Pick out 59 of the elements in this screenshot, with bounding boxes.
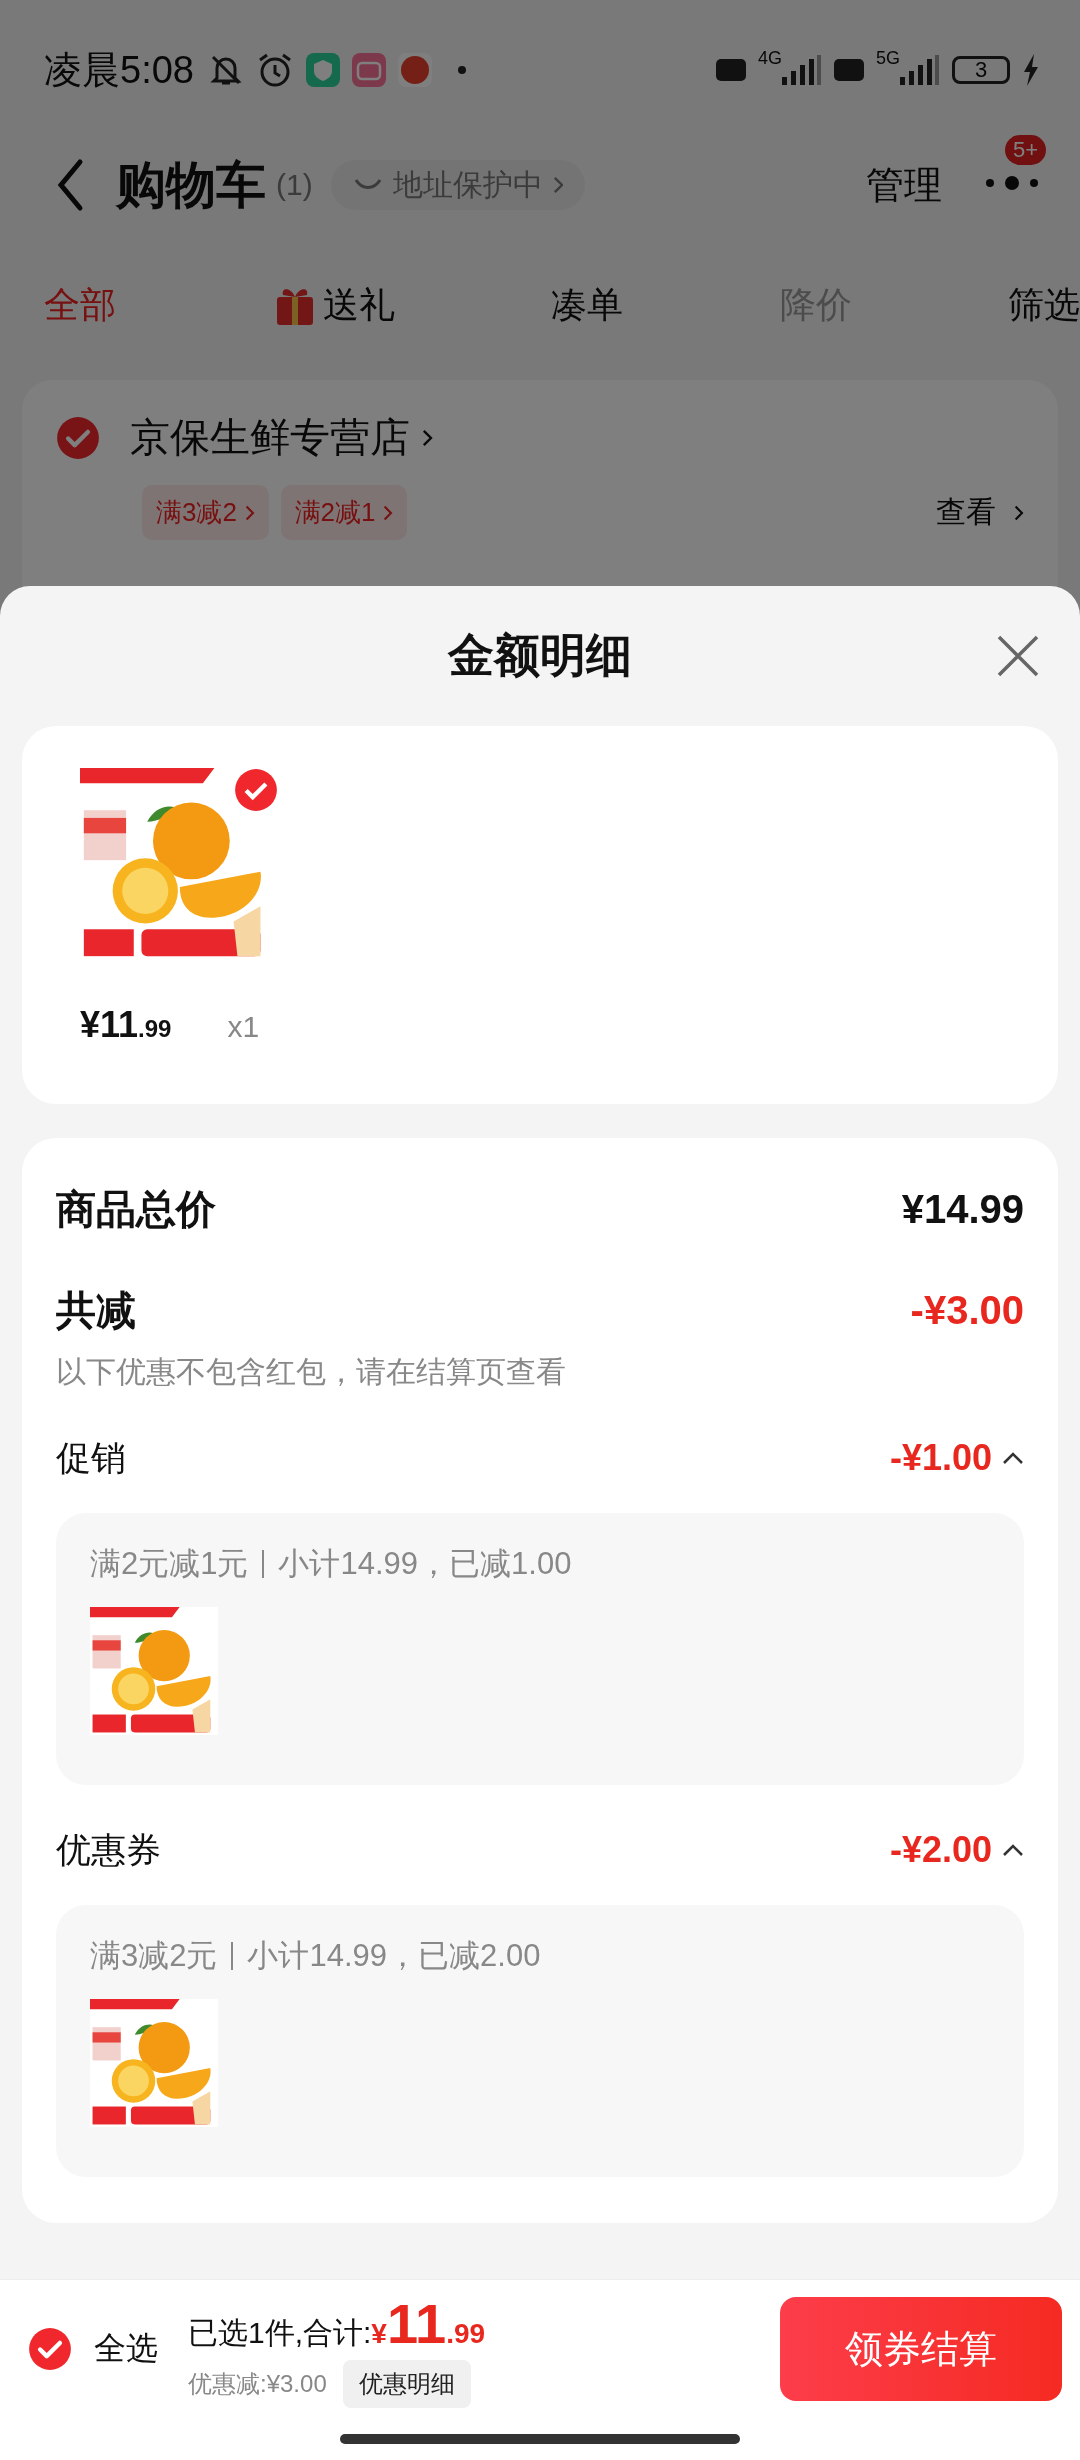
- total-label: 商品总价: [56, 1186, 216, 1233]
- chevron-icon: [244, 504, 255, 521]
- app-icon: [305, 53, 340, 87]
- notification-badge: 5+: [1004, 135, 1046, 165]
- discount-detail-button[interactable]: 优惠明细: [342, 2359, 471, 2408]
- discount-amount: -¥3.00: [910, 1288, 1024, 1333]
- checkbox[interactable]: [28, 2327, 72, 2371]
- tab[interactable]: 送礼: [272, 280, 395, 330]
- more-icon[interactable]: [984, 175, 1040, 191]
- charging-icon: [1022, 54, 1040, 86]
- chevron-icon: [1014, 504, 1024, 521]
- notification-dot: [457, 66, 466, 74]
- clock: 凌晨5:08: [44, 47, 194, 93]
- app-icon: [351, 53, 386, 87]
- discount-label: 共减: [56, 1287, 136, 1334]
- chevron-icon: [383, 504, 394, 521]
- collapse-icon[interactable]: [1002, 1451, 1024, 1465]
- discount-type: 促销: [56, 1436, 126, 1479]
- product-price: ¥11.99: [80, 1004, 172, 1046]
- subtotal-text: 小计14.99，已减1.00: [278, 1545, 572, 1583]
- close-icon[interactable]: [996, 634, 1040, 678]
- select-all-label[interactable]: 全选: [94, 2327, 158, 2371]
- checkbox[interactable]: [234, 768, 278, 812]
- store-name[interactable]: 京保生鲜专营店: [130, 410, 410, 465]
- signal-icon: [898, 53, 940, 87]
- checkout-button[interactable]: 领券结算: [780, 2297, 1062, 2401]
- network-label: 4G: [757, 48, 782, 69]
- saved-amount: 优惠减:¥3.00: [188, 2368, 327, 2399]
- discount-type: 优惠券: [56, 1828, 161, 1871]
- collapse-icon[interactable]: [1002, 1843, 1024, 1857]
- quantity: x1: [227, 1010, 260, 1044]
- sheet-title: 金额明细: [448, 628, 632, 683]
- network-label: 5G: [876, 48, 900, 69]
- tab[interactable]: 全部: [44, 280, 116, 330]
- battery-icon: 3: [952, 56, 1010, 84]
- signal-icon: [780, 53, 822, 87]
- total-amount: ¥11.99: [371, 2290, 486, 2356]
- chevron-icon: [552, 176, 564, 194]
- total-price: ¥14.99: [901, 1187, 1024, 1232]
- promo-tag[interactable]: 满3减2: [142, 485, 269, 540]
- discount-amount: -¥2.00: [889, 1829, 992, 1871]
- subtotal-text: 小计14.99，已减2.00: [247, 1937, 541, 1975]
- tab[interactable]: 凑单: [551, 280, 623, 330]
- app-icon: [397, 53, 432, 87]
- address-protection-label: 地址保护中: [392, 166, 543, 203]
- tab[interactable]: 筛选: [1008, 280, 1080, 330]
- page-title: 购物车: [116, 155, 266, 215]
- chevron-icon: [422, 428, 433, 447]
- checkbox[interactable]: [56, 415, 100, 460]
- discount-note: 以下优惠不包含红包，请在结算页查看: [56, 1354, 567, 1390]
- rule-text: 满2元减1元: [90, 1545, 249, 1583]
- discount-amount: -¥1.00: [889, 1437, 992, 1479]
- address-chip[interactable]: 地址保护中: [330, 160, 586, 210]
- item-count: (1): [276, 168, 313, 202]
- selected-summary: 已选1件,合计:: [188, 2314, 372, 2351]
- view-link[interactable]: 查看: [936, 492, 997, 533]
- rule-text: 满3减2元: [90, 1937, 218, 1975]
- manage-button[interactable]: 管理: [860, 158, 948, 212]
- promo-tag[interactable]: 满2减1: [280, 485, 408, 540]
